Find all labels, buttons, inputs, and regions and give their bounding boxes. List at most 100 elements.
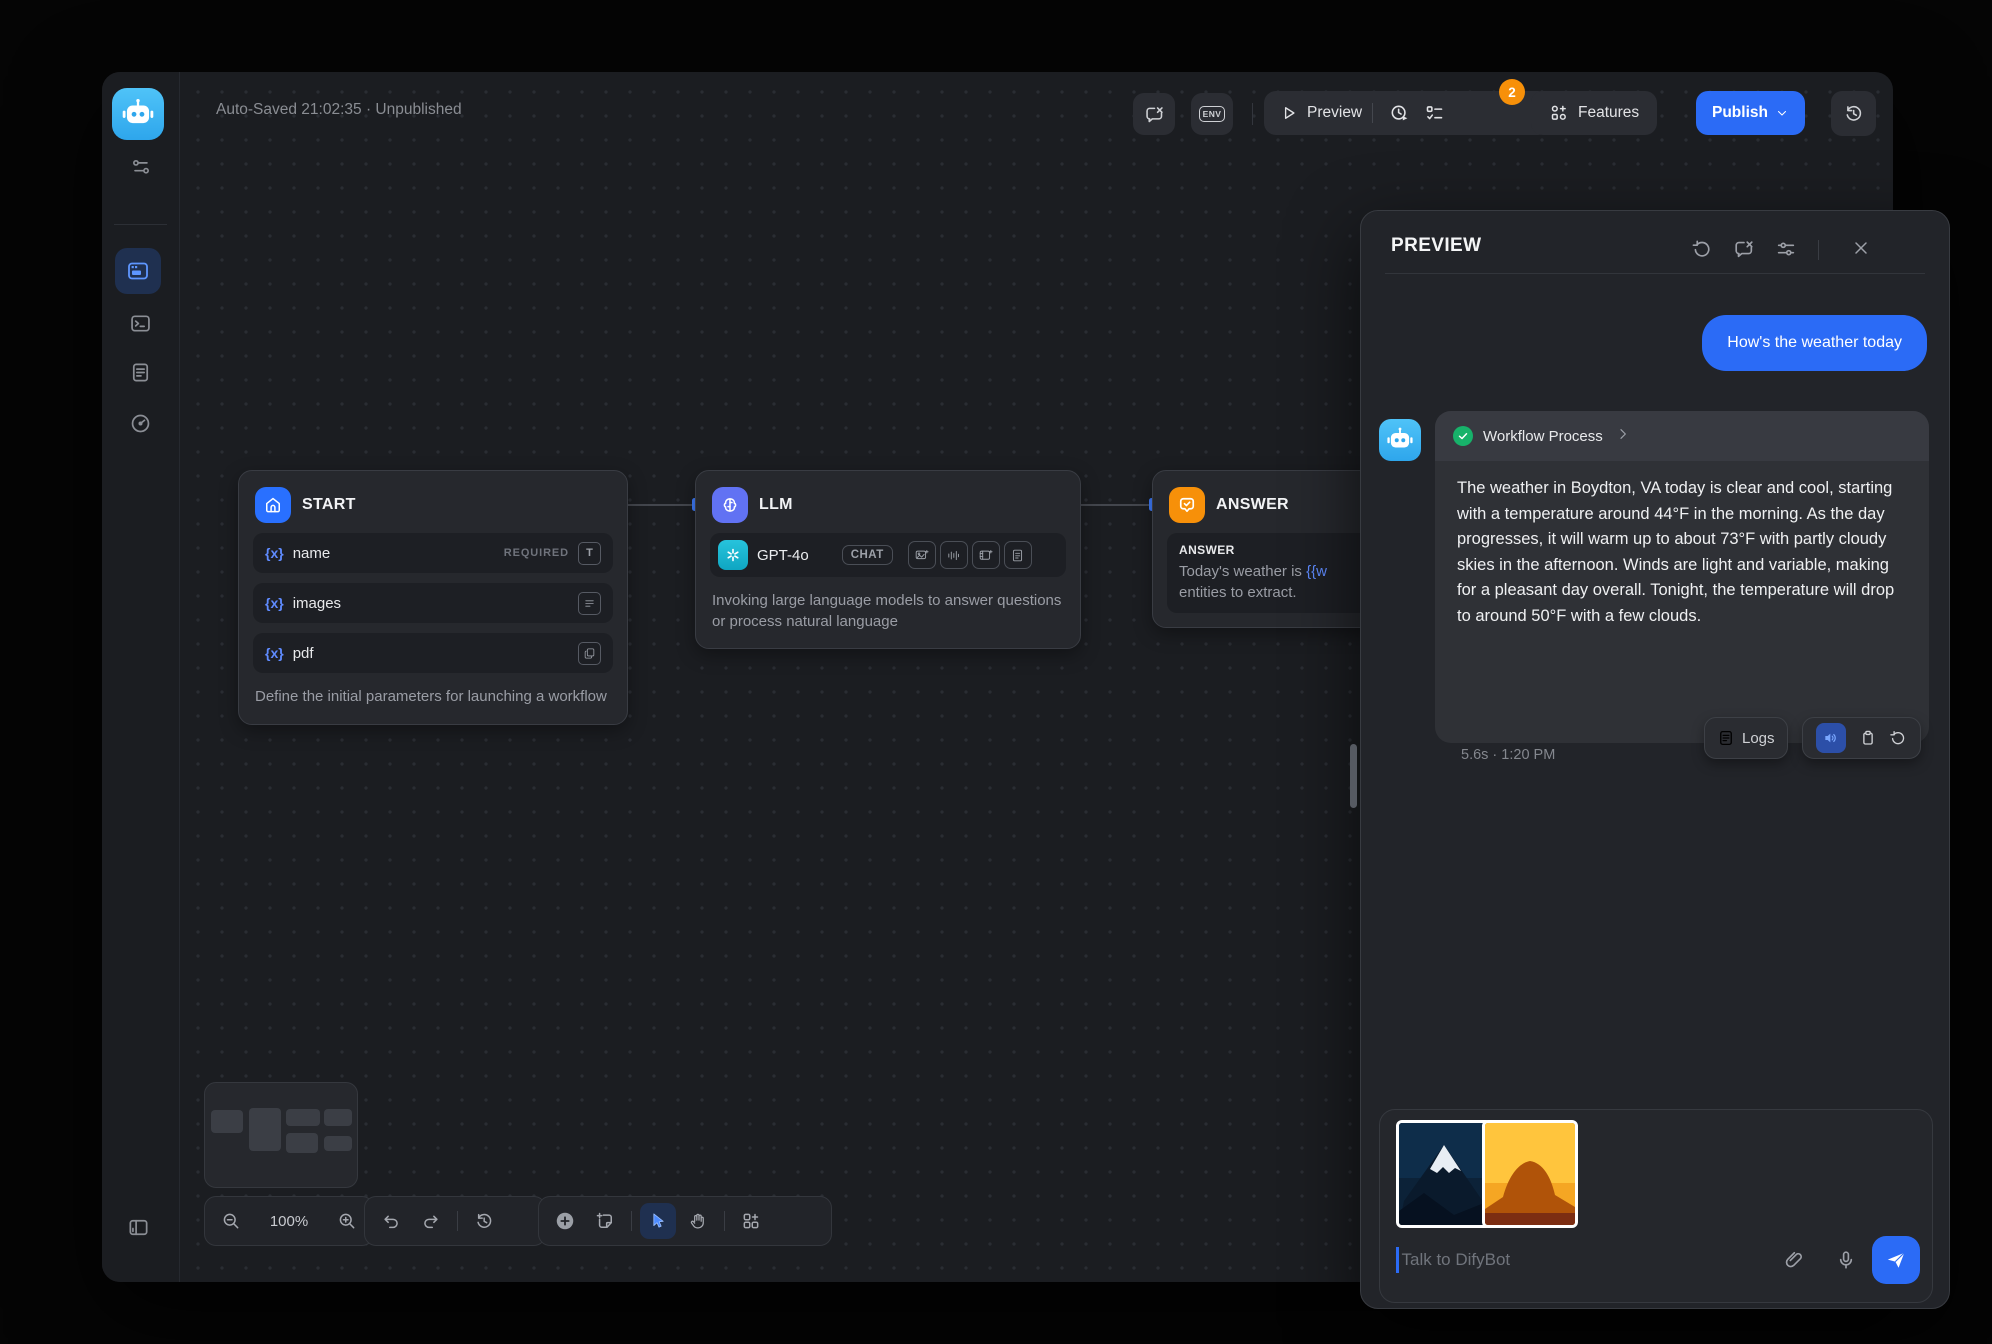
sidebar-item-terminal[interactable]: [102, 312, 179, 335]
variable-icon: {x}: [265, 595, 284, 611]
logs-button[interactable]: Logs: [1704, 717, 1788, 759]
publish-button[interactable]: Publish: [1696, 91, 1805, 135]
bot-avatar: [1379, 419, 1421, 461]
chat-input-container: Talk to DifyBot: [1379, 1109, 1933, 1303]
features-icon: [1549, 103, 1569, 123]
logs-label: Logs: [1742, 730, 1775, 747]
undo-icon: [381, 1211, 401, 1231]
app-logo[interactable]: [112, 88, 164, 140]
organize-layout-icon: [741, 1211, 761, 1231]
start-node-title: START: [302, 496, 356, 514]
version-history-button[interactable]: [1831, 91, 1876, 136]
annotation-button[interactable]: [1133, 93, 1175, 135]
hand-mode-button[interactable]: [680, 1203, 716, 1239]
robot-icon: [121, 97, 155, 131]
zoom-in-button[interactable]: [329, 1203, 365, 1239]
group-divider: [1372, 103, 1373, 123]
start-field-images[interactable]: {x} images: [253, 583, 613, 623]
retry-icon: [1889, 729, 1907, 747]
conversation-annotation-button[interactable]: [1733, 238, 1755, 265]
start-field-name[interactable]: {x} name REQUIRED T: [253, 533, 613, 573]
zoom-in-icon: [337, 1211, 357, 1231]
sidebar-item-logs[interactable]: [102, 361, 179, 384]
minimap[interactable]: [204, 1082, 358, 1188]
attached-image-night-mountain[interactable]: [1396, 1120, 1492, 1228]
zoom-out-button[interactable]: [213, 1203, 249, 1239]
checklist-count-badge: 2: [1499, 79, 1525, 105]
send-button[interactable]: [1872, 1236, 1920, 1284]
message-input[interactable]: Talk to DifyBot: [1396, 1230, 1920, 1290]
text-cursor: [1396, 1247, 1399, 1273]
chat-check-icon: [1177, 495, 1197, 515]
sidebar-item-orchestrate[interactable]: [115, 248, 161, 294]
close-panel-button[interactable]: [1851, 238, 1871, 263]
preview-panel-title: PREVIEW: [1391, 235, 1481, 257]
sidebar-divider: [114, 224, 167, 225]
workflow-settings-icon[interactable]: [102, 156, 179, 178]
variable-icon: {x}: [265, 545, 284, 561]
panel-resize-handle[interactable]: [1350, 744, 1357, 808]
audio-capability-icon: [940, 541, 968, 569]
checklist-button[interactable]: [1424, 103, 1445, 124]
run-history-button[interactable]: [1389, 103, 1410, 124]
llm-node-description: Invoking large language models to answer…: [712, 591, 1064, 632]
redo-icon: [421, 1211, 441, 1231]
attach-file-button[interactable]: [1783, 1249, 1805, 1271]
model-selector[interactable]: GPT-4o CHAT: [710, 533, 1066, 577]
note-add-icon: [595, 1211, 615, 1231]
panel-header-divider: [1385, 273, 1925, 274]
text-to-speech-button[interactable]: [1816, 723, 1846, 753]
llm-node-icon: [712, 487, 748, 523]
workflow-process-toggle[interactable]: Workflow Process: [1435, 411, 1929, 461]
sidebar-item-monitoring[interactable]: [102, 412, 179, 435]
paperclip-icon: [1783, 1249, 1805, 1271]
cursor-icon: [648, 1211, 668, 1231]
checklist-icon: [1424, 103, 1445, 124]
bot-message-bubble: Workflow Process The weather in Boydton,…: [1435, 411, 1929, 743]
message-actions: [1802, 717, 1921, 759]
gauge-icon: [129, 412, 152, 435]
chevron-right-icon: [1615, 426, 1631, 447]
sidebar: [102, 72, 180, 1282]
model-name: GPT-4o: [757, 547, 809, 564]
features-button[interactable]: Features: [1531, 91, 1657, 135]
start-node-description: Define the initial parameters for launch…: [255, 687, 611, 708]
screen: Auto-Saved 21:02:35 · Unpublished ENV Pr…: [0, 0, 1992, 1344]
undo-redo-controls: [364, 1196, 546, 1246]
add-note-button[interactable]: [587, 1203, 623, 1239]
collapse-sidebar-button[interactable]: [127, 1216, 150, 1244]
clock-play-icon: [1389, 103, 1410, 124]
document-list-icon: [129, 361, 152, 384]
variable-icon: {x}: [265, 645, 284, 661]
openai-logo-icon: [718, 540, 748, 570]
llm-node-title: LLM: [759, 496, 793, 514]
voice-input-button[interactable]: [1835, 1249, 1857, 1271]
zoom-level[interactable]: 100%: [266, 1213, 312, 1230]
microphone-icon: [1835, 1249, 1857, 1271]
answer-node-title: ANSWER: [1216, 496, 1289, 514]
undo-button[interactable]: [373, 1203, 409, 1239]
attached-image-sunset-mountain[interactable]: [1482, 1120, 1578, 1228]
redo-button[interactable]: [413, 1203, 449, 1239]
change-history-button[interactable]: [466, 1203, 502, 1239]
chat-x-icon: [1733, 238, 1755, 260]
input-placeholder: Talk to DifyBot: [1402, 1250, 1769, 1270]
history-icon: [474, 1211, 494, 1231]
node-llm[interactable]: LLM GPT-4: [695, 470, 1081, 649]
preview-run-button[interactable]: Preview: [1280, 104, 1362, 122]
node-start[interactable]: START {x} name REQUIRED T {x} images {x}…: [238, 470, 628, 725]
regenerate-button[interactable]: [1889, 729, 1907, 747]
conversation-settings-button[interactable]: [1775, 238, 1797, 265]
files-type-icon: [578, 642, 601, 665]
preview-panel: PREVIEW How's the weather today: [1360, 210, 1950, 1309]
add-node-button[interactable]: [547, 1203, 583, 1239]
hand-icon: [688, 1211, 708, 1231]
start-field-pdf[interactable]: {x} pdf: [253, 633, 613, 673]
browser-window-icon: [126, 259, 150, 283]
answer-variable: {{w: [1306, 563, 1327, 580]
auto-layout-button[interactable]: [733, 1203, 769, 1239]
pointer-mode-button[interactable]: [640, 1203, 676, 1239]
restart-conversation-button[interactable]: [1691, 238, 1713, 265]
env-variables-button[interactable]: ENV: [1191, 93, 1233, 135]
copy-button[interactable]: [1859, 729, 1877, 747]
